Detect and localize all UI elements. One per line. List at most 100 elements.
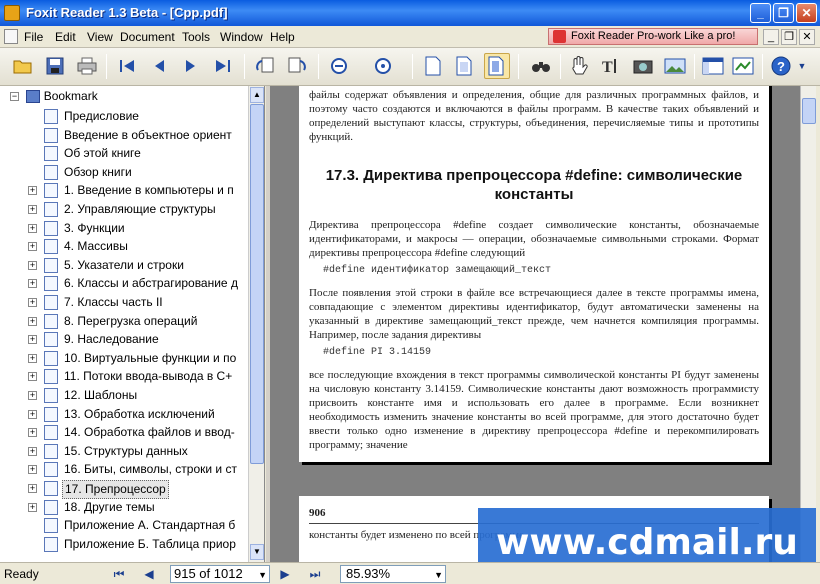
expand-icon[interactable]: + (28, 428, 37, 438)
status-last-page-icon[interactable]: ⏭ (306, 565, 324, 583)
close-button[interactable]: ✕ (796, 3, 817, 23)
save-icon[interactable] (42, 53, 68, 79)
menu-document[interactable]: Document (120, 30, 175, 44)
mdi-close-button[interactable]: ✕ (799, 29, 815, 45)
snapshot-icon[interactable] (630, 53, 656, 79)
mdi-restore-button[interactable]: ❐ (781, 29, 797, 45)
expand-icon[interactable]: + (28, 260, 37, 270)
rotate-right-icon[interactable] (284, 53, 310, 79)
rotate-left-icon[interactable] (252, 53, 278, 79)
prev-page-icon[interactable] (146, 53, 172, 79)
expand-icon[interactable]: + (28, 409, 37, 419)
scroll-down-icon[interactable]: ▼ (250, 544, 264, 560)
expand-icon[interactable]: + (28, 372, 37, 382)
find-icon[interactable] (528, 53, 554, 79)
expand-icon[interactable]: + (28, 186, 37, 196)
ad-banner[interactable]: Foxit Reader Pro-work Like a pro! (548, 28, 758, 45)
bookmark-item[interactable]: +3. Функции (0, 220, 250, 237)
menu-help[interactable]: Help (270, 30, 295, 44)
bookmark-item[interactable]: +4. Массивы (0, 238, 250, 255)
bookmark-scrollbar[interactable]: ▲ ▼ (248, 86, 264, 562)
last-page-icon[interactable] (210, 53, 236, 79)
bookmark-item[interactable]: +15. Структуры данных (0, 443, 250, 460)
bookmark-item[interactable]: +11. Потоки ввода-вывода в C+ (0, 368, 250, 385)
document-view[interactable]: файлы содержат объявления и определения,… (270, 86, 800, 562)
expand-icon[interactable]: + (28, 484, 37, 493)
toolbar-options-icon[interactable]: ▼ (794, 53, 810, 79)
bookmark-item[interactable]: +16. Биты, символы, строки и ст (0, 461, 250, 478)
menu-window[interactable]: Window (220, 30, 263, 44)
next-page-icon[interactable] (178, 53, 204, 79)
status-next-page-icon[interactable]: ▶ (276, 565, 294, 583)
bookmark-item[interactable]: +6. Классы и абстрагирование д (0, 275, 250, 292)
facing-icon[interactable] (484, 53, 510, 79)
collapse-icon[interactable]: − (10, 92, 19, 102)
single-page-icon[interactable] (420, 53, 446, 79)
bookmark-item[interactable]: +14. Обработка файлов и ввод- (0, 424, 250, 441)
bookmark-item[interactable]: Предисловие (0, 108, 250, 125)
text-select-icon[interactable]: T (598, 53, 624, 79)
menu-view[interactable]: View (87, 30, 113, 44)
bookmark-item[interactable]: Введение в объектное ориент (0, 127, 250, 144)
menu-tools[interactable]: Tools (182, 30, 210, 44)
expand-icon[interactable]: + (28, 353, 37, 363)
bookmark-item[interactable]: +7. Классы часть II (0, 294, 250, 311)
first-page-icon[interactable] (114, 53, 140, 79)
bookmark-root[interactable]: − Bookmark (10, 89, 98, 104)
bookmark-item[interactable]: +9. Наследование (0, 331, 250, 348)
app-icon[interactable] (4, 5, 20, 21)
status-first-page-icon[interactable]: ⏮ (110, 565, 128, 583)
title-bar[interactable]: Foxit Reader 1.3 Beta - [Cpp.pdf] _ ❐ ✕ (0, 0, 820, 26)
print-icon[interactable] (74, 53, 100, 79)
page-number-field[interactable]: 915 of 1012 ▼ (170, 565, 270, 583)
document-scroll-thumb[interactable] (802, 98, 816, 124)
zoom-dropdown-icon[interactable]: ▼ (434, 567, 443, 583)
zoom-in-icon[interactable] (370, 53, 396, 79)
bookmark-item[interactable]: +5. Указатели и строки (0, 257, 250, 274)
bookmark-item[interactable]: Об этой книге (0, 145, 250, 162)
help-icon[interactable]: ? (768, 53, 794, 79)
expand-icon[interactable]: + (28, 279, 37, 289)
expand-icon[interactable]: + (28, 316, 37, 326)
expand-icon[interactable]: + (28, 391, 37, 400)
expand-icon[interactable]: + (28, 205, 37, 214)
expand-icon[interactable]: + (28, 446, 37, 456)
document-icon[interactable] (4, 29, 18, 44)
bookmark-item[interactable]: +2. Управляющие структуры (0, 201, 250, 218)
expand-icon[interactable]: + (28, 335, 37, 345)
bookmark-item[interactable]: +13. Обработка исключений (0, 406, 250, 423)
continuous-icon[interactable] (452, 53, 478, 79)
image-icon[interactable] (662, 53, 688, 79)
expand-icon[interactable]: + (28, 465, 37, 475)
zoom-out-icon[interactable] (326, 53, 352, 79)
status-prev-page-icon[interactable]: ◀ (140, 565, 158, 583)
bookmark-item[interactable]: +1. Введение в компьютеры и п (0, 182, 250, 199)
bookmark-item[interactable]: Приложение Б. Таблица приор (0, 536, 250, 553)
bookmark-item[interactable]: +10. Виртуальные функции и по (0, 350, 250, 367)
expand-icon[interactable]: + (28, 298, 37, 307)
bookmark-label: 2. Управляющие структуры (64, 202, 216, 216)
document-scrollbar[interactable] (800, 86, 816, 562)
bookmark-item[interactable]: +8. Перегрузка операций (0, 313, 250, 330)
bookmark-item[interactable]: Приложение А. Стандартная б (0, 517, 250, 534)
view-icon[interactable] (700, 53, 726, 79)
restore-button[interactable]: ❐ (773, 3, 794, 23)
minimize-button[interactable]: _ (750, 3, 771, 23)
menu-file[interactable]: File (24, 30, 43, 44)
bookmark-item[interactable]: +18. Другие темы (0, 499, 250, 516)
zoom-field[interactable]: 85.93% ▼ (340, 565, 446, 583)
hand-icon[interactable] (566, 53, 592, 79)
scroll-up-icon[interactable]: ▲ (250, 87, 264, 103)
menu-edit[interactable]: Edit (55, 30, 76, 44)
expand-icon[interactable]: + (28, 242, 37, 252)
bookmark-scroll-thumb[interactable] (250, 104, 264, 464)
open-icon[interactable] (10, 53, 36, 79)
page-dropdown-icon[interactable]: ▼ (258, 567, 267, 583)
bookmark-item[interactable]: Обзор книги (0, 164, 250, 181)
expand-icon[interactable]: + (28, 502, 37, 512)
bookmark-item[interactable]: +17. Препроцессор (0, 480, 250, 499)
bookmark-item[interactable]: +12. Шаблоны (0, 387, 250, 404)
mdi-minimize-button[interactable]: _ (763, 29, 779, 45)
expand-icon[interactable]: + (28, 223, 37, 233)
bookmark-panel-icon[interactable] (730, 53, 756, 79)
